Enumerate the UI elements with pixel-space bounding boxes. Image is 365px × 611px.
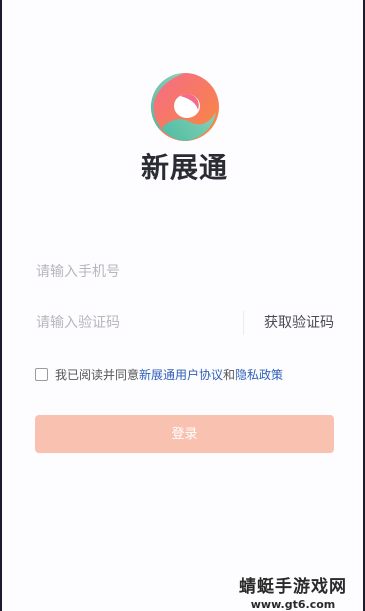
app-name: 新展通: [140, 151, 228, 184]
phone-field: [36, 252, 334, 292]
login-button[interactable]: 登录: [35, 415, 334, 453]
watermark: 蜻蜓手游戏网 www.gt6.com: [239, 572, 347, 611]
verification-code-input[interactable]: [36, 303, 236, 343]
field-divider: [243, 311, 244, 335]
phone-input[interactable]: [36, 252, 236, 292]
agreement-checkbox[interactable]: [35, 367, 48, 381]
get-code-button[interactable]: 获取验证码: [264, 303, 334, 343]
privacy-policy-link[interactable]: 隐私政策: [235, 366, 283, 383]
watermark-title: 蜻蜓手游戏网: [239, 577, 347, 597]
agreement-row: 我已阅读并同意 新展通用户协议 和 隐私政策: [35, 366, 283, 382]
code-field: 获取验证码: [36, 303, 334, 343]
user-agreement-link[interactable]: 新展通用户协议: [139, 366, 223, 383]
watermark-url: www.gt6.com: [250, 598, 336, 611]
app-screen: 新展通 获取验证码 我已阅读并同意 新展通用户协议 和 隐私政策 登录 蜻蜓手游…: [0, 0, 365, 611]
agreement-prefix: 我已阅读并同意: [55, 367, 140, 382]
agreement-and: 和: [223, 367, 236, 382]
app-logo-icon: [151, 73, 219, 141]
